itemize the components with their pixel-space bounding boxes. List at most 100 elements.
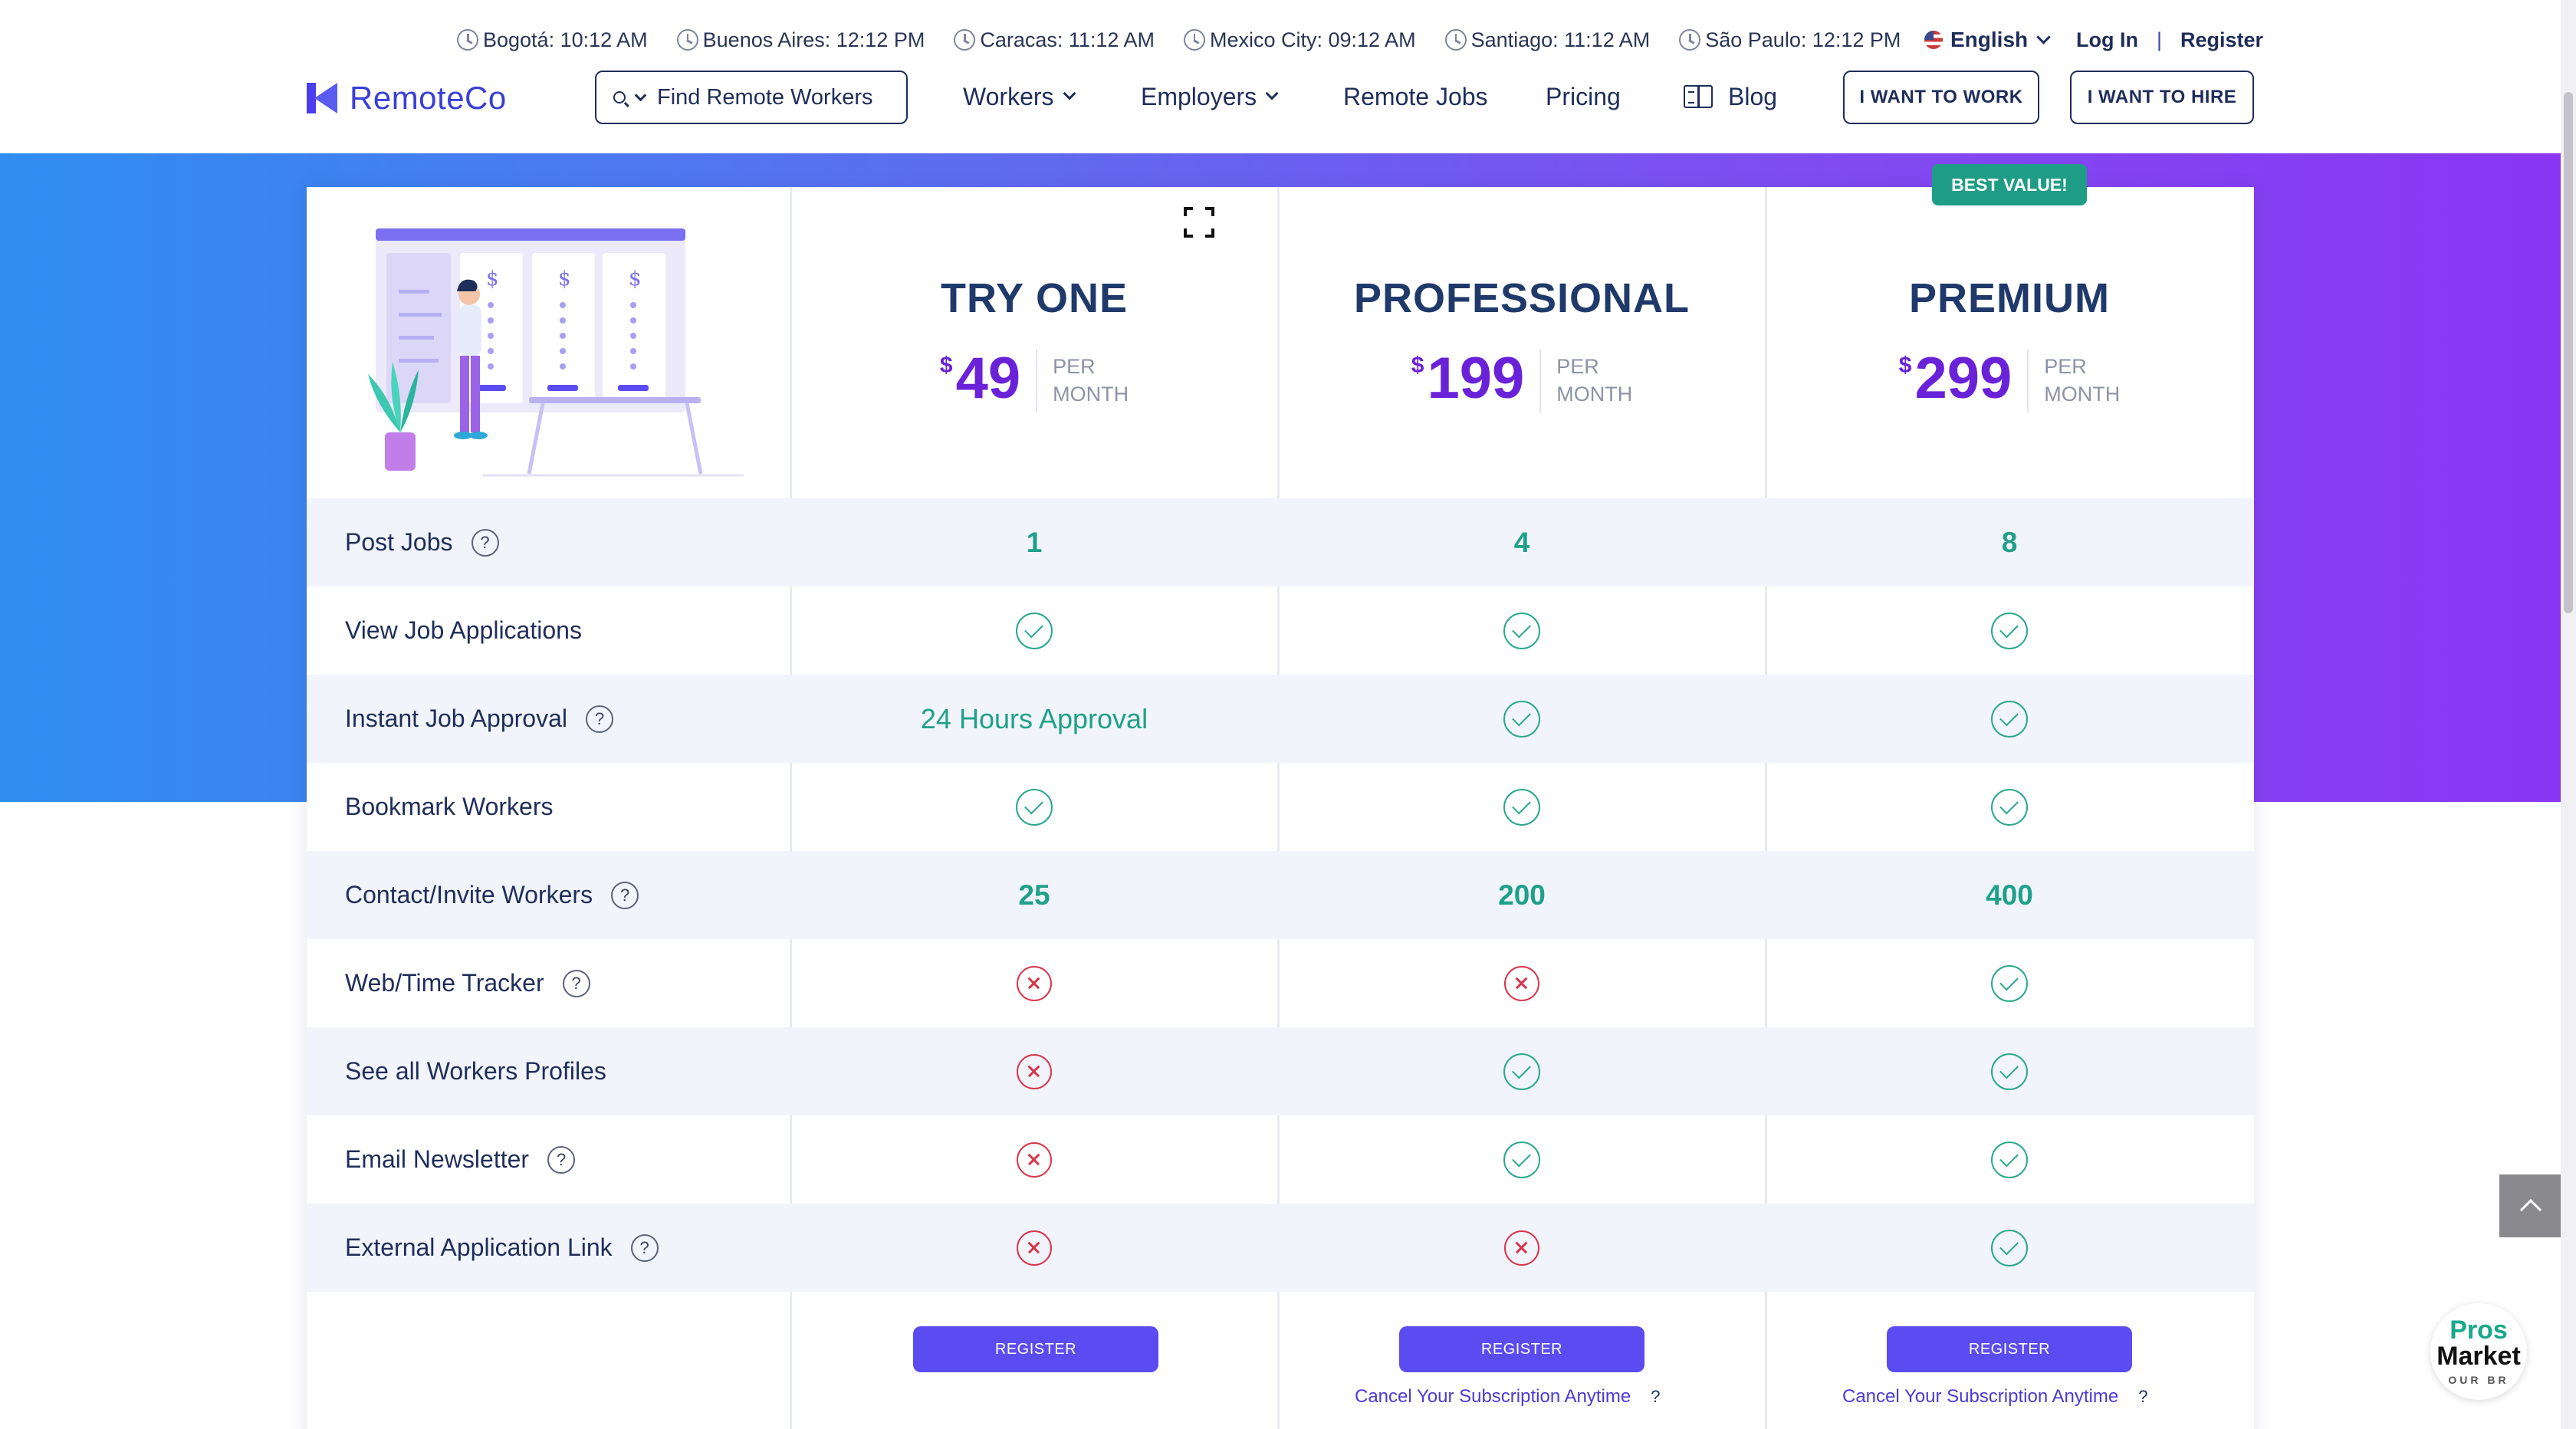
login-link[interactable]: Log In [2076, 28, 2138, 52]
cross-icon [1504, 965, 1539, 1001]
widget-line-3: OUR BR [2448, 1374, 2509, 1386]
feature-label: Bookmark Workers [345, 793, 554, 820]
feature-value: 25 [1018, 879, 1050, 911]
register-button-premium[interactable]: REGISTER [1887, 1326, 2132, 1372]
page-scrollbar[interactable] [2561, 0, 2576, 1429]
check-icon [1991, 700, 2028, 737]
language-selector[interactable]: English [1924, 23, 2051, 57]
help-icon[interactable]: ? [2138, 1387, 2147, 1407]
chevron-down-icon[interactable] [634, 89, 647, 101]
check-icon [1991, 788, 2028, 826]
plan-price: $ 199 PER MONTH [1279, 350, 1765, 412]
widget-line-2: Market [2436, 1342, 2521, 1371]
logo-icon [307, 83, 337, 113]
feature-row-web-time-tracker: Web/Time Tracker? [307, 939, 2254, 1027]
clock-icon [457, 29, 478, 51]
cross-icon [1017, 965, 1052, 1001]
feature-row-bookmark-workers: Bookmark Workers [307, 763, 2254, 851]
nav-remote-jobs[interactable]: Remote Jobs [1343, 80, 1488, 113]
widget-line-1: Pros [2450, 1316, 2508, 1345]
plan-name: PROFESSIONAL [1353, 275, 1691, 321]
help-icon[interactable]: ? [630, 1234, 659, 1262]
help-icon[interactable]: ? [562, 969, 590, 997]
feature-row-external-application-link: External Application Link? [307, 1204, 2254, 1292]
search-icon [613, 91, 626, 103]
nav-remote-jobs-label: Remote Jobs [1343, 82, 1488, 110]
plan-name: PREMIUM [1909, 275, 2110, 321]
help-icon[interactable]: ? [1651, 1387, 1660, 1407]
brand-name: RemoteCo [350, 80, 507, 116]
check-icon [1503, 788, 1540, 826]
feature-value: 200 [1498, 879, 1546, 911]
help-icon[interactable]: ? [585, 705, 613, 733]
feature-label: Email Newsletter [345, 1145, 530, 1173]
pros-market-widget[interactable]: Pros Market OUR BR [2430, 1303, 2527, 1400]
search-input[interactable]: Find Remote Workers [595, 71, 908, 124]
feature-value: 400 [1986, 879, 2033, 911]
scroll-to-top-button[interactable] [2499, 1174, 2562, 1237]
cancel-subscription-link[interactable]: Cancel Your Subscription Anytime [1842, 1386, 2118, 1408]
clock-sao-paulo: São Paulo: 12:12 PM [1679, 28, 1901, 52]
check-icon [1991, 1229, 2028, 1266]
check-icon [1991, 964, 2028, 1002]
check-icon [1503, 700, 1540, 737]
nav-workers-label: Workers [963, 82, 1054, 110]
cross-icon [1017, 1230, 1052, 1266]
clock-bogota: Bogotá: 10:12 AM [457, 28, 648, 52]
cancel-subscription-professional: Cancel Your Subscription Anytime ? [1355, 1386, 1660, 1408]
register-button-try-one[interactable]: REGISTER [913, 1326, 1158, 1372]
check-icon [1991, 1053, 2028, 1090]
auth-links: Log In | Register [2076, 23, 2263, 57]
site-header: Bogotá: 10:12 AM Buenos Aires: 12:12 PM … [0, 0, 2576, 153]
nav-blog-label: Blog [1728, 82, 1778, 110]
register-button-professional[interactable]: REGISTER [1399, 1326, 1644, 1372]
price-amount: 199 [1427, 346, 1525, 411]
plan-professional: PROFESSIONAL $ 199 PER MONTH [1279, 187, 1765, 498]
price-amount: 49 [955, 346, 1021, 411]
plan-price: $ 299 PER MONTH [1766, 350, 2252, 412]
chevron-down-icon [1063, 87, 1076, 100]
plan-premium: PREMIUM $ 299 PER MONTH [1766, 187, 2252, 498]
check-icon [1503, 612, 1540, 649]
search-placeholder: Find Remote Workers [657, 84, 873, 110]
feature-label: Web/Time Tracker [345, 969, 544, 997]
nav-workers[interactable]: Workers [963, 80, 1076, 113]
cross-icon [1504, 1230, 1539, 1266]
expand-icon[interactable] [1184, 207, 1214, 238]
help-icon[interactable]: ? [471, 528, 499, 557]
clock-buenos-aires: Buenos Aires: 12:12 PM [676, 28, 925, 52]
clock-icon [954, 29, 976, 51]
nav-employers-label: Employers [1141, 82, 1257, 110]
feature-row-instant-job-approval: Instant Job Approval? 24 Hours Approval [307, 675, 2254, 763]
scrollbar-thumb[interactable] [2564, 92, 2573, 613]
clock-caracas: Caracas: 11:12 AM [954, 28, 1155, 52]
pricing-illustration: $ $ $ [368, 228, 744, 477]
feature-label: See all Workers Profiles [345, 1057, 606, 1085]
nav-employers[interactable]: Employers [1141, 80, 1279, 113]
cross-icon [1017, 1053, 1052, 1089]
check-icon [1503, 1141, 1540, 1178]
feature-value: 4 [1513, 526, 1530, 558]
help-icon[interactable]: ? [611, 881, 639, 909]
feature-label: Post Jobs [345, 528, 453, 556]
nav-pricing[interactable]: Pricing [1546, 80, 1621, 113]
cancel-subscription-link[interactable]: Cancel Your Subscription Anytime [1355, 1386, 1631, 1408]
svg-text:$: $ [558, 268, 571, 291]
help-icon[interactable]: ? [547, 1145, 576, 1174]
chevron-up-icon [2519, 1198, 2542, 1221]
want-to-work-button[interactable]: I WANT TO WORK [1843, 71, 2039, 124]
svg-text:$: $ [486, 268, 499, 291]
clock-mexico-city: Mexico City: 09:12 AM [1183, 28, 1416, 52]
register-link[interactable]: Register [2180, 28, 2263, 52]
feature-value: 1 [1026, 526, 1043, 558]
feature-label: View Job Applications [345, 616, 582, 644]
nav-blog[interactable]: Blog [1684, 80, 1777, 113]
svg-text:$: $ [629, 268, 642, 291]
price-period: PER MONTH [1539, 350, 1632, 412]
feature-row-contact-invite-workers: Contact/Invite Workers? 25 200 400 [307, 851, 2254, 939]
want-to-hire-button[interactable]: I WANT TO HIRE [2070, 71, 2254, 124]
world-clocks: Bogotá: 10:12 AM Buenos Aires: 12:12 PM … [457, 23, 1930, 57]
feature-label: Instant Job Approval [345, 705, 567, 732]
site-logo[interactable]: RemoteCo [307, 80, 507, 117]
check-icon [1503, 1053, 1540, 1090]
